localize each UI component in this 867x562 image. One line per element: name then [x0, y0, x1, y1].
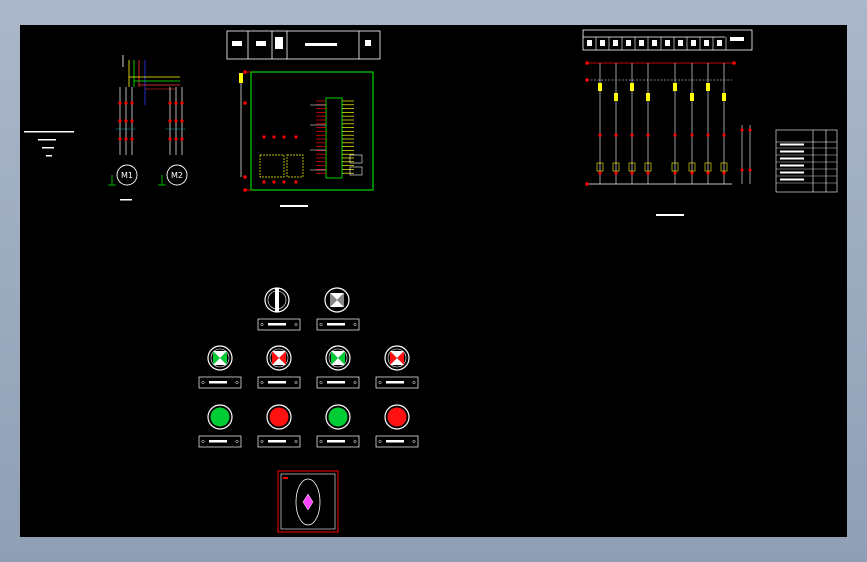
main-power-circuit: M1 M2	[24, 55, 188, 201]
push-button-nameplate	[198, 435, 242, 448]
red-push-button-icon[interactable]	[266, 404, 292, 430]
indicator-nameplate	[316, 376, 360, 389]
terminal-strip	[316, 100, 354, 174]
indicator-nameplate	[375, 376, 419, 389]
green-indicator-lamp-icon[interactable]	[325, 345, 351, 371]
parts-table	[775, 129, 838, 193]
lamp-nameplate	[316, 318, 360, 331]
drawing-canvas[interactable]: M1 M2	[20, 25, 847, 537]
indicator-lamp-icon[interactable]	[324, 287, 350, 313]
green-indicator-lamp-icon[interactable]	[207, 345, 233, 371]
operator-panel	[198, 287, 419, 448]
selector-switch-icon[interactable]	[264, 287, 290, 313]
red-indicator-lamp-icon[interactable]	[384, 345, 410, 371]
cad-viewport-frame: M1 M2	[0, 0, 867, 562]
push-button-nameplate	[316, 435, 360, 448]
green-push-button-icon[interactable]	[207, 404, 233, 430]
green-push-button-icon[interactable]	[325, 404, 351, 430]
control-ladder-diagram	[582, 29, 838, 216]
motor-m2-label: M2	[171, 171, 183, 180]
indicator-nameplate	[198, 376, 242, 389]
limit-switch-box	[277, 470, 339, 533]
push-button-nameplate	[375, 435, 419, 448]
red-push-button-icon[interactable]	[384, 404, 410, 430]
electrical-schematic-drawing: M1 M2	[24, 29, 838, 533]
selector-nameplate	[257, 318, 301, 331]
push-button-nameplate	[257, 435, 301, 448]
control-wiring-diagram	[226, 30, 381, 207]
indicator-nameplate	[257, 376, 301, 389]
red-indicator-lamp-icon[interactable]	[266, 345, 292, 371]
motor-m1-label: M1	[121, 171, 133, 180]
